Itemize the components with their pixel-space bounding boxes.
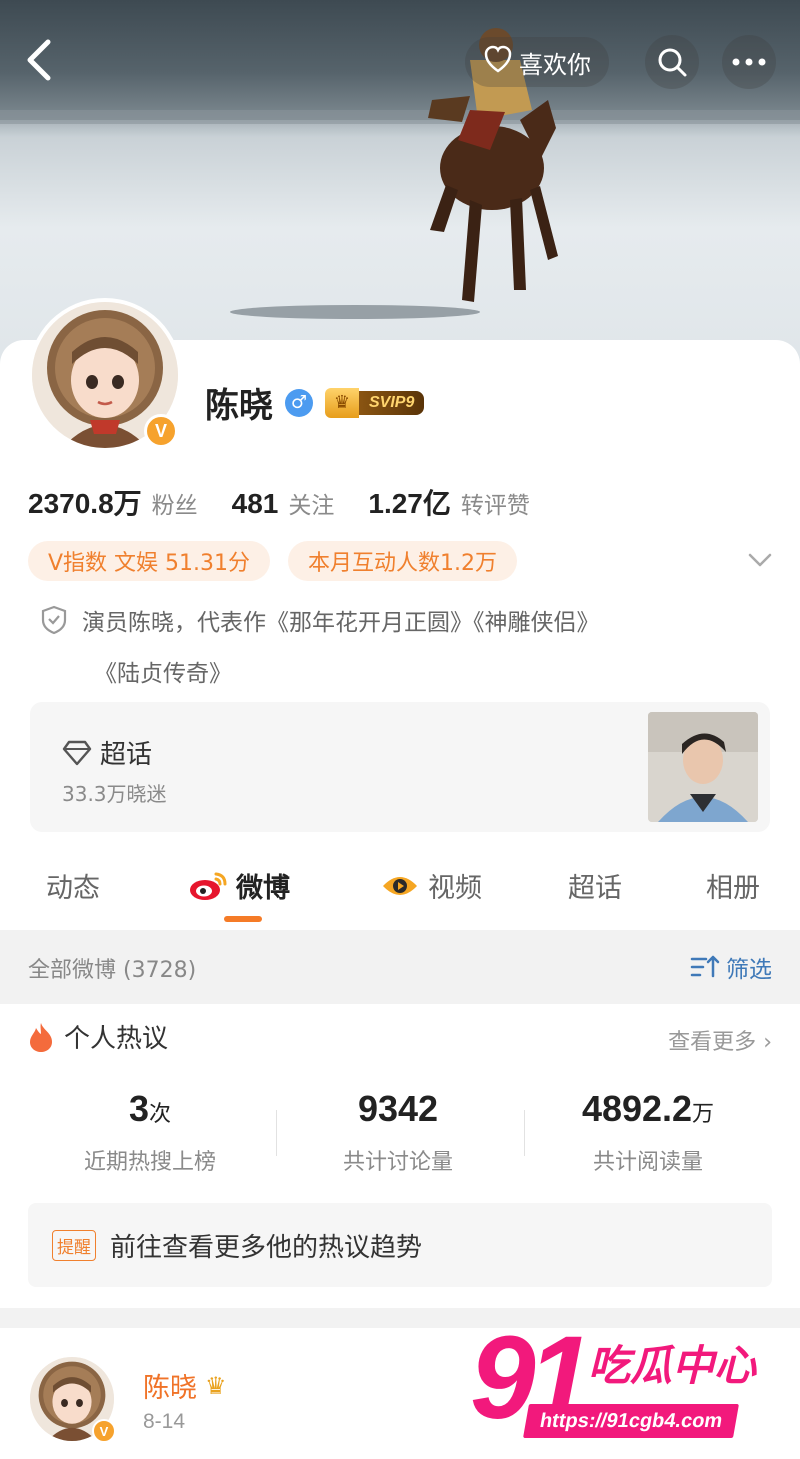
metric-value: 4892.2 xyxy=(581,1088,693,1129)
hot-title-text: 个人热议 xyxy=(64,1024,169,1054)
metric-reads: 4892.2万 共计阅读量 xyxy=(524,1088,772,1176)
metric-label: 近期热搜上榜 xyxy=(83,1150,216,1175)
filter-button[interactable]: 筛选 xyxy=(690,950,772,984)
svip-badge[interactable]: ♛ SVIP9 xyxy=(325,387,425,418)
chevron-right-icon: › xyxy=(763,1030,772,1055)
stat-interactions[interactable]: 1.27亿 转评赞 xyxy=(368,482,530,522)
diamond-icon xyxy=(62,740,92,765)
metric-value: 3 xyxy=(128,1088,149,1129)
bio-text-line1: 演员陈晓，代表作《那年花开月正圆》《神雕侠侣》 xyxy=(82,610,600,636)
monthly-interaction-chip[interactable]: 本月互动人数1.2万 xyxy=(288,541,518,581)
stat-value: 2370.8万 xyxy=(28,488,142,519)
back-button[interactable] xyxy=(18,30,58,90)
like-you-label: 喜欢你 xyxy=(519,50,591,79)
v-index-chip[interactable]: V指数 文娱 51.31分 xyxy=(28,541,271,581)
search-button[interactable] xyxy=(645,35,699,89)
verified-badge: V xyxy=(144,414,178,448)
male-gender-icon: ♂ xyxy=(285,388,313,417)
heart-hand-icon xyxy=(483,44,513,80)
metric-unit: 万 xyxy=(692,1102,715,1127)
profile-avatar[interactable]: V xyxy=(28,298,182,452)
filter-sort-icon xyxy=(690,955,720,978)
shield-icon xyxy=(40,605,68,651)
like-you-button[interactable]: 喜欢你 xyxy=(465,37,609,87)
profile-name: 陈晓 xyxy=(205,386,273,426)
flame-icon xyxy=(30,1022,52,1052)
expand-profile-button[interactable] xyxy=(745,545,775,575)
tab-label: 动态 xyxy=(46,873,100,904)
hot-trend-reminder[interactable]: 提醒 前往查看更多他的热议趋势 xyxy=(28,1203,772,1287)
super-topic-card[interactable]: 超话 33.3万晓迷 xyxy=(30,702,770,832)
metric-discussion: 9342 共计讨论量 xyxy=(274,1088,522,1176)
site-watermark: 91 吃瓜中心 https://91cgb4.com xyxy=(470,1312,790,1450)
hot-discussion-title: 个人热议 xyxy=(28,1018,168,1055)
tab-dynamics[interactable]: 动态 xyxy=(46,866,100,905)
more-button[interactable] xyxy=(722,35,776,89)
stat-value: 1.27亿 xyxy=(368,488,451,519)
chevron-down-icon xyxy=(748,553,772,567)
tab-label: 相册 xyxy=(706,873,760,904)
tab-super-topic[interactable]: 超话 xyxy=(568,866,622,905)
tab-video[interactable]: 视频 xyxy=(380,866,482,905)
feed-filter-bar: 全部微博 (3728) 筛选 xyxy=(0,930,800,1004)
search-icon xyxy=(658,48,687,77)
tab-weibo[interactable]: 微博 xyxy=(188,866,290,905)
tab-label: 超话 xyxy=(568,873,622,904)
profile-chips: V指数 文娱 51.31分 本月互动人数1.2万 xyxy=(28,541,518,581)
post-verified-badge: V xyxy=(92,1419,116,1443)
profile-stats: 2370.8万 粉丝 481 关注 1.27亿 转评赞 xyxy=(28,482,530,522)
post-author-name: 陈晓 xyxy=(143,1373,197,1404)
tab-label: 视频 xyxy=(428,873,482,904)
svip-label: SVIP9 xyxy=(359,390,425,415)
name-row: 陈晓 ♂ ♛ SVIP9 xyxy=(205,378,425,427)
chevron-left-icon xyxy=(27,39,51,81)
metric-unit: 次 xyxy=(149,1102,172,1127)
stat-label: 粉丝 xyxy=(151,493,198,519)
profile-bio: 演员陈晓，代表作《那年花开月正圆》《神雕侠侣》 《陆贞传奇》 xyxy=(40,600,760,697)
metric-label: 共计阅读量 xyxy=(592,1150,703,1175)
video-eye-icon xyxy=(383,876,417,895)
active-tab-indicator xyxy=(224,916,262,922)
profile-tabs: 动态 微博 视频 超话 相册 xyxy=(0,858,800,928)
super-topic-thumbnail xyxy=(648,712,758,822)
stat-label: 关注 xyxy=(288,493,335,519)
post-author[interactable]: 陈晓 ♛ xyxy=(143,1366,227,1405)
reminder-tag: 提醒 xyxy=(52,1229,96,1261)
weibo-count: 全部微博 (3728) xyxy=(28,958,197,983)
see-more-link[interactable]: 查看更多 › xyxy=(668,1024,772,1056)
stat-value: 481 xyxy=(231,488,279,519)
hot-discussion-header: 个人热议 查看更多 › xyxy=(28,1018,772,1058)
bio-line: 演员陈晓，代表作《那年花开月正圆》《神雕侠侣》 xyxy=(40,600,760,651)
stat-label: 转评赞 xyxy=(460,493,530,519)
metric-value: 9342 xyxy=(357,1088,439,1129)
stat-followers[interactable]: 2370.8万 粉丝 xyxy=(28,482,198,522)
filter-label: 筛选 xyxy=(726,957,772,983)
more-dots-icon xyxy=(732,58,766,66)
super-topic-label: 超话 xyxy=(100,740,153,770)
post-date: 8-14 xyxy=(143,1410,186,1433)
metric-label: 共计讨论量 xyxy=(342,1150,453,1175)
stat-following[interactable]: 481 关注 xyxy=(232,486,335,520)
metric-hot-search: 3次 近期热搜上榜 xyxy=(26,1088,274,1176)
watermark-url: https://91cgb4.com xyxy=(523,1404,740,1438)
weibo-logo-icon xyxy=(190,872,227,900)
bio-text-line2: 《陆贞传奇》 xyxy=(94,661,232,687)
super-topic-title: 超话 xyxy=(62,734,152,771)
watermark-name: 吃瓜中心 xyxy=(588,1341,757,1390)
super-topic-fans: 33.3万晓迷 xyxy=(62,782,167,806)
reminder-text: 前往查看更多他的热议趋势 xyxy=(110,1232,423,1263)
crown-icon: ♛ xyxy=(325,387,359,418)
crown-icon: ♛ xyxy=(205,1371,227,1400)
see-more-label: 查看更多 xyxy=(668,1030,757,1055)
tab-label: 微博 xyxy=(236,873,290,904)
tab-album[interactable]: 相册 xyxy=(706,866,760,905)
